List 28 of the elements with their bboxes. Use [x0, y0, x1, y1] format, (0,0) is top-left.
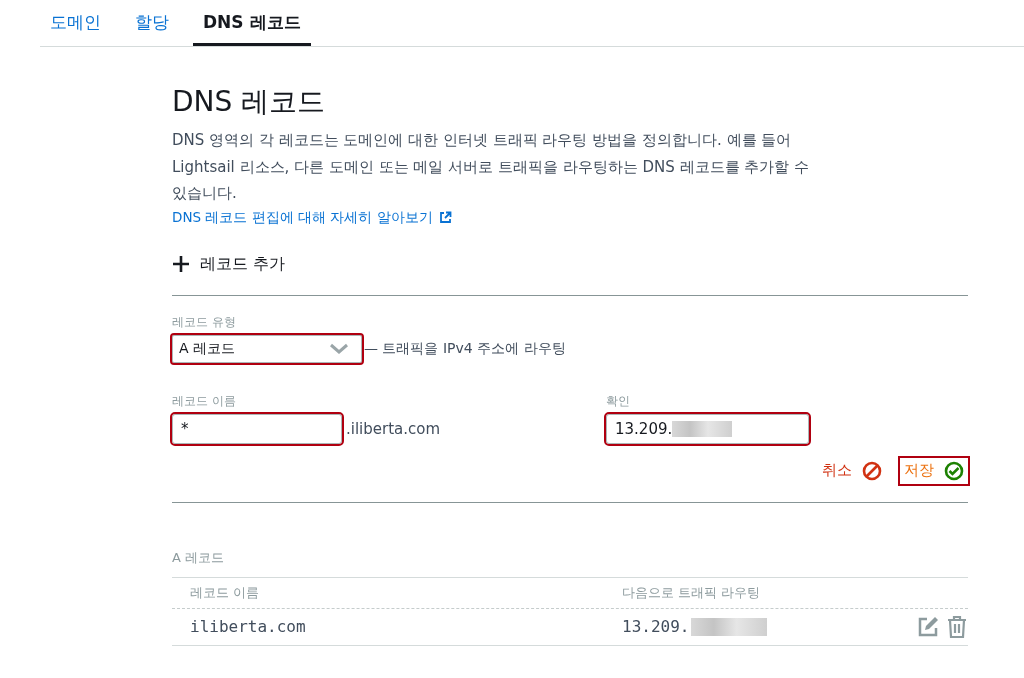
column-header: 레코드 이름	[190, 583, 261, 602]
description: DNS 영역의 각 레코드는 도메인에 대한 인터넷 트래픽 라우팅 방법을 정의합니다. 예를 들어 Lightsail 리소스, 다른 도메인 또는 메일 서버로 트래픽을 라우팅하는 DNS 레코드를 추가할 수 있습니다.	[172, 130, 811, 204]
chevron-down-icon	[329, 342, 349, 355]
column-header: 다음으로 트래픽 라우팅	[622, 583, 761, 602]
page-title: DNS 레코드	[172, 84, 327, 120]
check-circle-icon	[944, 460, 964, 481]
edit-icon[interactable]	[916, 614, 940, 639]
field-label: 레코드 유형	[172, 313, 237, 331]
field-label: 확인	[606, 392, 631, 410]
learn-more-link[interactable]: DNS 레코드 편집에 대해 자세히 알아보기	[172, 208, 452, 227]
record-type-dropdown[interactable]: A 레코드	[172, 334, 362, 363]
cancel-button[interactable]: 취소	[818, 457, 886, 484]
domain-suffix: .iliberta.com	[346, 419, 441, 438]
field-label: 레코드 이름	[172, 392, 237, 410]
record-name-field[interactable]: *	[172, 413, 342, 444]
tab[interactable]: 할당	[125, 11, 179, 46]
tab[interactable]: DNS 레코드	[193, 11, 311, 46]
tab[interactable]: 도메인	[40, 11, 111, 46]
record-type-hint: — 트래픽을 IPv4 주소에 라우팅	[364, 339, 566, 358]
ip-address-field[interactable]: 13.209.	[606, 413, 809, 444]
plus-icon	[172, 255, 190, 273]
table-cell-text: iliberta.com	[190, 617, 307, 636]
table-title: A 레코드	[172, 548, 226, 567]
external-link-icon	[438, 211, 452, 224]
table-cell: 13.209.	[622, 617, 690, 636]
add-record-button[interactable]: 레코드 추가	[172, 253, 286, 275]
cancel-icon	[862, 460, 882, 481]
trash-icon[interactable]	[946, 614, 968, 639]
